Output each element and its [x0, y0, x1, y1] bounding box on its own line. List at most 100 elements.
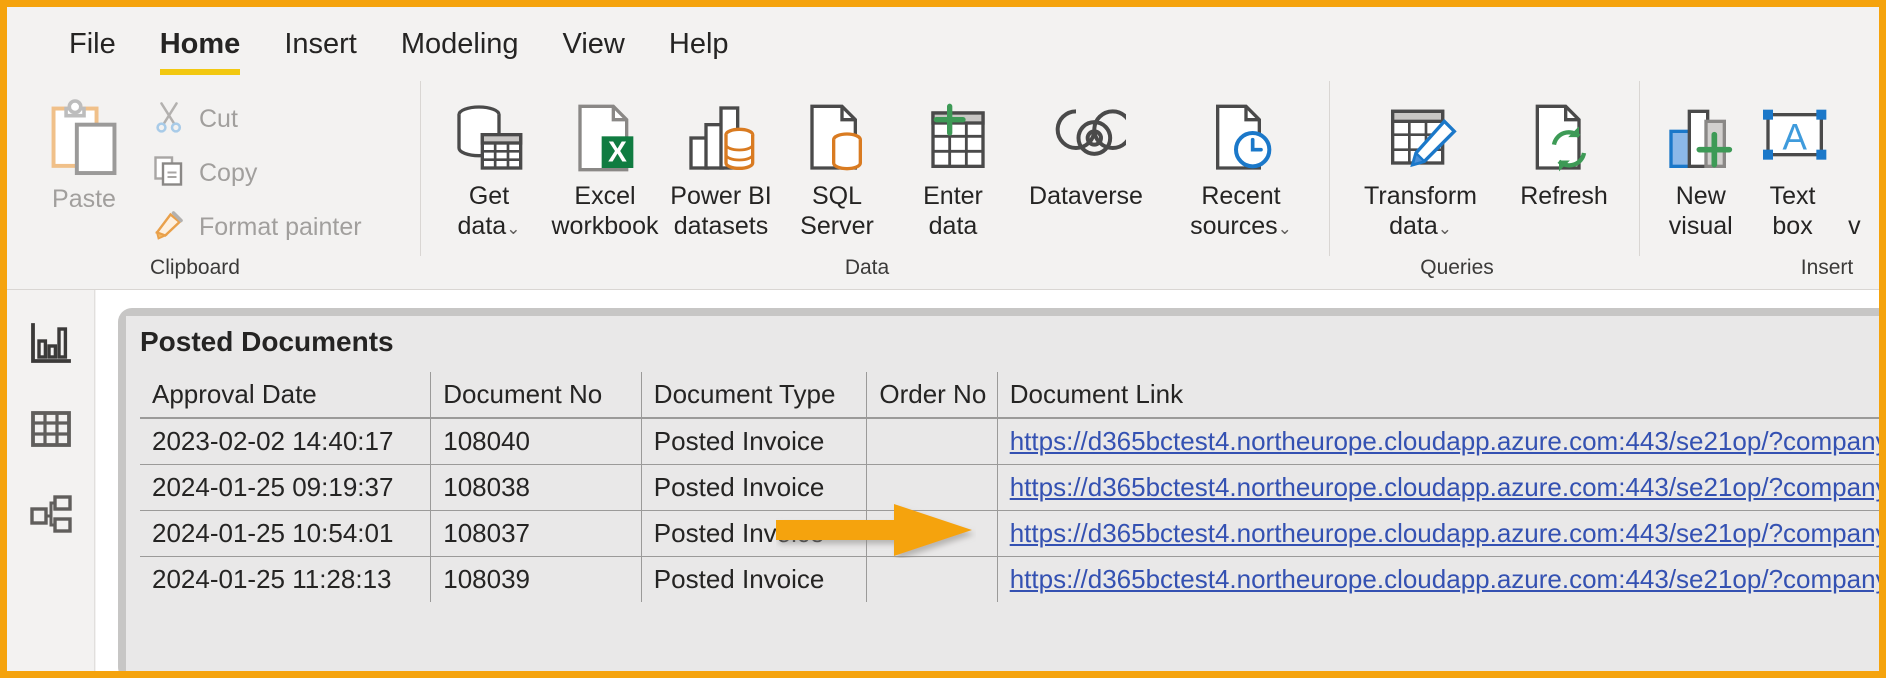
cell-order-no — [866, 510, 998, 557]
paste-button[interactable]: Paste — [25, 81, 143, 249]
svg-text:A: A — [1782, 117, 1807, 158]
document-link[interactable]: https://d365bctest4.northeurope.cloudapp… — [1010, 564, 1879, 594]
refresh-button[interactable]: Refresh — [1497, 81, 1631, 249]
ribbon-group-captions: Clipboard Data Queries Insert — [7, 256, 1879, 290]
new-visual-label-line1: New — [1675, 182, 1726, 210]
table-header-row: Approval Date Document No Document Type … — [140, 372, 1879, 419]
cell-order-no — [866, 464, 998, 511]
scissors-icon — [151, 99, 187, 140]
clipped-command-label: v — [1848, 212, 1861, 240]
recent-sources-button[interactable]: Recent sources⌄ — [1161, 81, 1321, 249]
transform-data-button[interactable]: Transform data⌄ — [1344, 81, 1497, 249]
cell-document-no: 108040 — [430, 418, 642, 465]
transform-data-icon — [1381, 95, 1461, 181]
view-switcher-rail — [7, 290, 95, 671]
copy-button[interactable]: Copy — [143, 149, 370, 197]
excel-workbook-label-line1: Excel — [574, 182, 636, 210]
sql-server-label-line2: Server — [800, 212, 874, 240]
text-box-label-line1: Text — [1769, 182, 1816, 210]
enter-data-label-line1: Enter — [923, 182, 983, 210]
cell-document-type: Posted Invoice — [641, 464, 868, 511]
enter-data-button[interactable]: Enter data — [895, 81, 1011, 249]
svg-text:X: X — [608, 136, 627, 168]
cell-document-link[interactable]: https://d365bctest4.northeurope.cloudapp… — [997, 556, 1879, 602]
cell-order-no — [866, 556, 998, 602]
sidebar-item-report-view[interactable] — [7, 302, 95, 388]
cell-document-type: Posted Invoice — [641, 510, 868, 557]
chevron-down-icon[interactable]: ⌄ — [1278, 219, 1292, 238]
tab-view[interactable]: View — [541, 7, 647, 81]
get-data-button[interactable]: Get data⌄ — [431, 81, 547, 249]
tab-modeling-label: Modeling — [400, 27, 519, 60]
dataverse-icon — [1046, 95, 1126, 181]
chevron-down-icon[interactable]: ⌄ — [506, 219, 520, 238]
clipped-command-button[interactable]: v — [1838, 81, 1871, 249]
recent-sources-label-line1: Recent — [1201, 182, 1281, 210]
sql-server-button[interactable]: SQL Server — [779, 81, 895, 249]
table-icon — [27, 405, 75, 458]
posted-documents-table[interactable]: Approval Date Document No Document Type … — [140, 372, 1879, 602]
format-painter-icon — [151, 207, 187, 248]
cell-document-link[interactable]: https://d365bctest4.northeurope.cloudapp… — [997, 418, 1879, 465]
tab-modeling[interactable]: Modeling — [379, 7, 541, 81]
ribbon-group-clipboard: Paste Cut Copy Format painter — [7, 81, 420, 256]
table-row[interactable]: 2024-01-25 09:19:37 108038 Posted Invoic… — [140, 464, 1879, 511]
ribbon-group-data: Get data⌄ X Excel workbook Power BI data… — [420, 81, 1329, 256]
new-visual-label-line2: visual — [1668, 212, 1733, 240]
sidebar-item-data-view[interactable] — [7, 388, 95, 474]
column-header-document-link[interactable]: Document Link — [997, 372, 1879, 419]
table-row[interactable]: 2024-01-25 10:54:01 108037 Posted Invoic… — [140, 510, 1879, 557]
column-header-order-no[interactable]: Order No — [866, 372, 998, 419]
column-header-document-type[interactable]: Document Type — [641, 372, 868, 419]
sql-server-label-line1: SQL — [811, 182, 862, 210]
paste-icon — [41, 93, 127, 185]
cell-document-link[interactable]: https://d365bctest4.northeurope.cloudapp… — [997, 510, 1879, 557]
visual-title: Posted Documents — [140, 326, 394, 357]
dataverse-label: Dataverse — [1029, 182, 1143, 210]
ribbon: File Home Insert Modeling View Help Past… — [7, 7, 1879, 290]
document-link[interactable]: https://d365bctest4.northeurope.cloudapp… — [1010, 472, 1879, 502]
ribbon-body: Paste Cut Copy Format painter Get data⌄ … — [7, 81, 1879, 256]
copy-icon — [151, 153, 187, 194]
tab-view-label: View — [562, 27, 625, 60]
tab-help[interactable]: Help — [647, 7, 751, 81]
table-visual[interactable]: Posted Documents Approval Date Document … — [126, 316, 1879, 671]
group-caption-insert: Insert — [1800, 256, 1854, 279]
report-canvas: Posted Documents Approval Date Document … — [96, 290, 1879, 671]
new-visual-icon — [1661, 95, 1741, 181]
refresh-label: Refresh — [1520, 182, 1608, 210]
cell-order-no — [866, 418, 998, 465]
tab-file[interactable]: File — [47, 7, 138, 81]
cell-document-no: 108038 — [430, 464, 642, 511]
tab-insert[interactable]: Insert — [262, 7, 379, 81]
format-painter-button[interactable]: Format painter — [143, 203, 370, 251]
column-header-approval-date[interactable]: Approval Date — [140, 372, 432, 419]
new-visual-button[interactable]: New visual — [1654, 81, 1747, 249]
cell-document-no: 108039 — [430, 556, 642, 602]
cell-approval-date: 2024-01-25 10:54:01 — [140, 510, 432, 557]
cut-button[interactable]: Cut — [143, 95, 370, 143]
table-row[interactable]: 2024-01-25 11:28:13 108039 Posted Invoic… — [140, 556, 1879, 602]
document-link[interactable]: https://d365bctest4.northeurope.cloudapp… — [1010, 518, 1879, 548]
transform-data-label-line2: data — [1389, 212, 1438, 240]
power-bi-datasets-button[interactable]: Power BI datasets — [663, 81, 779, 249]
paste-label: Paste — [52, 185, 116, 213]
ribbon-group-queries: Transform data⌄ Refresh — [1329, 81, 1639, 256]
cell-document-link[interactable]: https://d365bctest4.northeurope.cloudapp… — [997, 464, 1879, 511]
text-box-icon: A — [1753, 95, 1833, 181]
text-box-button[interactable]: A Text box — [1747, 81, 1837, 249]
excel-workbook-button[interactable]: X Excel workbook — [547, 81, 663, 249]
column-header-document-no[interactable]: Document No — [430, 372, 642, 419]
document-link[interactable]: https://d365bctest4.northeurope.cloudapp… — [1010, 426, 1879, 456]
power-bi-desktop-window: File Home Insert Modeling View Help Past… — [0, 0, 1886, 678]
tab-home[interactable]: Home — [138, 7, 263, 81]
copy-label: Copy — [199, 158, 258, 187]
tab-insert-label: Insert — [284, 27, 357, 60]
table-row[interactable]: 2023-02-02 14:40:17 108040 Posted Invoic… — [140, 418, 1879, 465]
visual-container[interactable]: Posted Documents Approval Date Document … — [118, 308, 1879, 671]
sidebar-item-model-view[interactable] — [7, 474, 95, 560]
chevron-down-icon[interactable]: ⌄ — [1438, 219, 1452, 238]
dataverse-button[interactable]: Dataverse — [1011, 81, 1161, 249]
cell-approval-date: 2024-01-25 09:19:37 — [140, 464, 432, 511]
model-relationships-icon — [27, 491, 75, 544]
